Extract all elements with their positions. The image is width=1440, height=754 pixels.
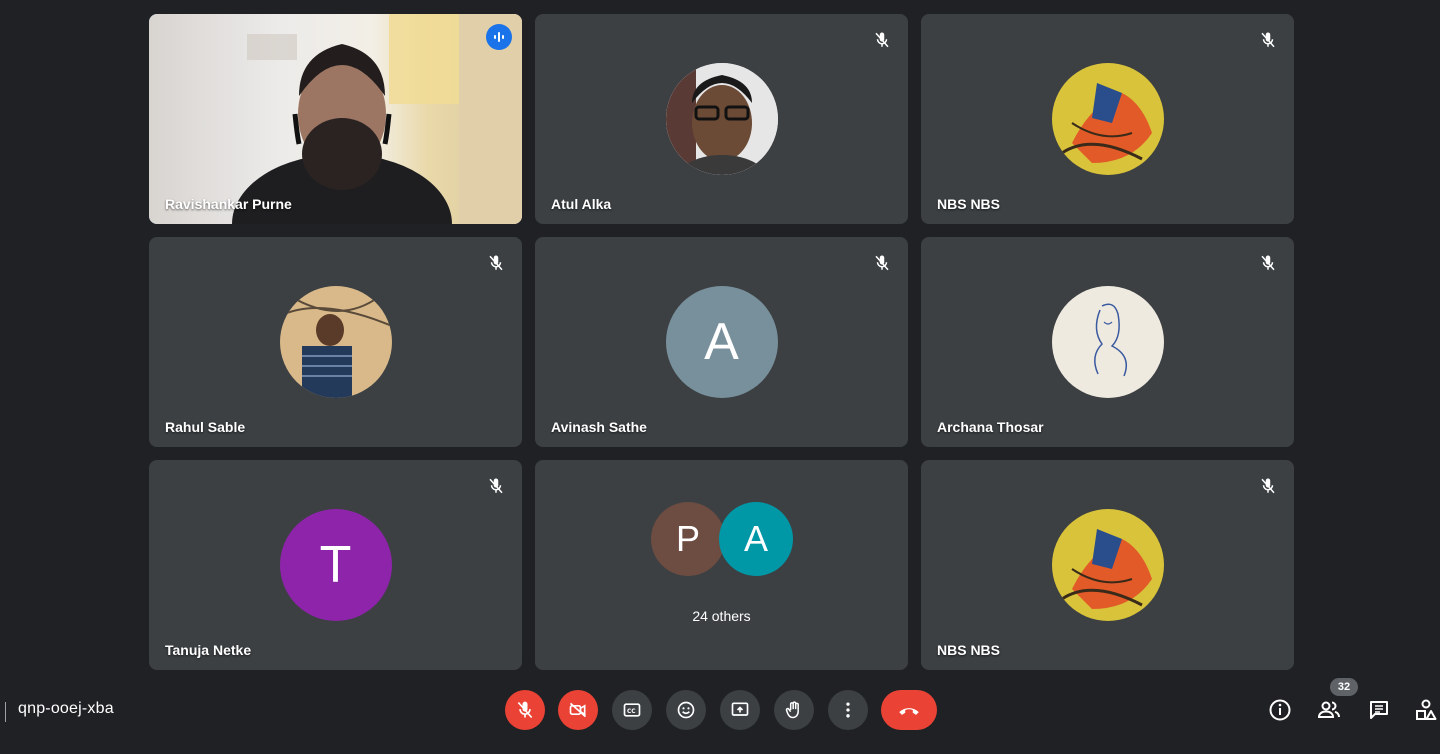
others-avatars: P A [535,502,908,578]
more-options-button[interactable] [828,690,868,730]
participant-tile[interactable]: Atul Alka [535,14,908,224]
participant-tile[interactable]: Rahul Sable [149,237,522,447]
mic-toggle-button[interactable] [505,690,545,730]
mic-off-icon [1256,251,1280,275]
participant-tile[interactable]: A Avinash Sathe [535,237,908,447]
participant-avatar [279,286,392,398]
speaking-indicator-icon [486,24,512,50]
others-tile[interactable]: P A 24 others [535,460,908,670]
participant-name: Avinash Sathe [551,419,647,435]
meeting-info-button[interactable] [1266,696,1294,724]
participant-video [149,14,522,224]
camera-toggle-button[interactable] [558,690,598,730]
raise-hand-button[interactable] [774,690,814,730]
participant-avatar [1051,286,1164,398]
participant-count-badge: 32 [1330,678,1358,696]
present-button[interactable] [720,690,760,730]
chat-icon [1370,701,1388,719]
participant-avatar: A [665,286,778,398]
participant-avatar: A [719,502,793,576]
participant-avatar [665,63,778,175]
mic-off-icon [870,251,894,275]
present-screen-icon [731,702,749,716]
activities-icon [1416,699,1437,720]
svg-text:CC: CC [627,709,636,715]
captions-button[interactable]: CC [612,690,652,730]
camera-off-icon [569,702,587,718]
others-count: 24 others [692,608,751,624]
participant-tile[interactable]: Ravishankar Purne [149,14,522,224]
participant-grid: Ravishankar Purne Atul Alka NBS NBS Rahu… [0,0,1440,680]
raise-hand-icon [785,701,799,719]
participant-avatar [1051,509,1164,621]
participant-avatar [1051,63,1164,175]
people-button[interactable] [1315,696,1343,724]
participant-tile[interactable]: Archana Thosar [921,237,1294,447]
participant-name: NBS NBS [937,642,1001,658]
divider [5,702,6,722]
mic-off-icon [517,701,533,719]
emoji-icon [677,701,695,719]
participant-name: Archana Thosar [937,419,1044,435]
participant-name: Tanuja Netke [165,642,252,658]
participant-name: Rahul Sable [165,419,246,435]
more-options-icon [846,702,850,718]
participant-name: Atul Alka [551,196,612,212]
meeting-code: qnp-ooej-xba [18,700,114,717]
mic-off-icon [484,474,508,498]
control-bar: qnp-ooej-xba CC 32 [0,678,1440,754]
activities-button[interactable] [1412,696,1440,724]
mic-off-icon [870,28,894,52]
captions-icon: CC [623,703,641,717]
leave-call-button[interactable] [881,690,937,730]
participant-tile[interactable]: NBS NBS [921,460,1294,670]
end-call-icon [899,708,919,715]
participant-name: NBS NBS [937,196,1001,212]
mic-off-icon [1256,28,1280,52]
people-icon [1317,701,1340,718]
chat-button[interactable] [1365,696,1393,724]
emoji-reaction-button[interactable] [666,690,706,730]
mic-off-icon [484,251,508,275]
participant-tile[interactable]: NBS NBS [921,14,1294,224]
participant-avatar: T [279,509,392,621]
participant-name: Ravishankar Purne [165,196,292,212]
participant-tile[interactable]: T Tanuja Netke [149,460,522,670]
participant-avatar: P [651,502,725,576]
info-icon [1269,699,1291,721]
mic-off-icon [1256,474,1280,498]
